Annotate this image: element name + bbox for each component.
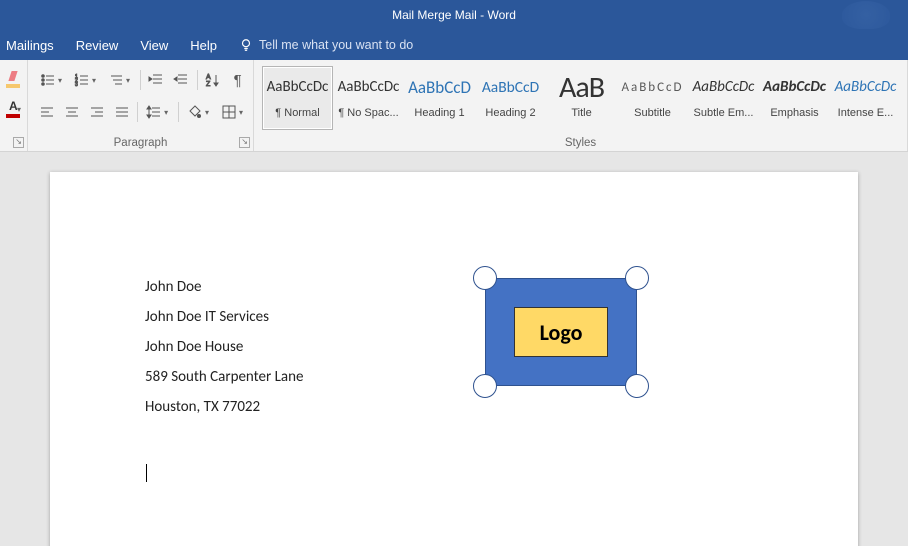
- style-preview: AaBbCcD: [482, 67, 539, 107]
- line-spacing-button[interactable]: ▾: [144, 101, 172, 123]
- tab-review[interactable]: Review: [76, 38, 119, 53]
- style-name-label: Subtle Em...: [689, 107, 758, 119]
- style-preview: AaB: [559, 67, 604, 107]
- title-bar: Mail Merge Mail - Word: [0, 0, 908, 30]
- chevron-down-icon: ▾: [205, 108, 213, 117]
- svg-text:3: 3: [75, 82, 78, 88]
- style-tile-emphasis[interactable]: AaBbCcDcEmphasis: [759, 66, 830, 130]
- align-left-button[interactable]: [38, 101, 57, 123]
- tell-me-search[interactable]: Tell me what you want to do: [239, 38, 413, 52]
- sort-button[interactable]: AZ: [203, 69, 222, 91]
- borders-button[interactable]: ▾: [219, 101, 247, 123]
- style-tile--normal[interactable]: AaBbCcDc¶ Normal: [262, 66, 333, 130]
- text-cursor: [146, 464, 147, 482]
- ribbon-tabs: Mailings Review View Help Tell me what y…: [0, 30, 908, 60]
- separator: [178, 102, 179, 122]
- chevron-down-icon: ▾: [58, 76, 66, 85]
- dialog-launcher-icon[interactable]: ↘: [239, 137, 250, 148]
- align-right-button[interactable]: [88, 101, 107, 123]
- tab-view[interactable]: View: [140, 38, 168, 53]
- svg-text:A: A: [206, 74, 211, 81]
- logo-text: Logo: [514, 307, 608, 357]
- text-highlight-color-icon[interactable]: [6, 70, 21, 88]
- style-tile-heading-1[interactable]: AaBbCcDHeading 1: [404, 66, 475, 130]
- increase-indent-button[interactable]: [172, 69, 191, 91]
- style-name-label: Intense E...: [831, 107, 900, 119]
- numbering-button[interactable]: 123 ▾: [72, 69, 100, 91]
- style-preview: AaBbCcDc: [693, 67, 755, 107]
- styles-group-label: Styles: [254, 137, 907, 149]
- style-tile-subtitle[interactable]: AaBbCcDSubtitle: [617, 66, 688, 130]
- style-preview: AaBbCcDc: [267, 67, 329, 107]
- dialog-launcher-icon[interactable]: ↘: [13, 137, 24, 148]
- document-workspace[interactable]: John Doe John Doe IT Services John Doe H…: [0, 152, 908, 546]
- chevron-down-icon: ▾: [126, 76, 134, 85]
- multilevel-list-button[interactable]: ▾: [106, 69, 134, 91]
- font-color-icon[interactable]: A: [6, 100, 15, 118]
- address-line[interactable]: John Doe: [145, 272, 445, 302]
- align-center-button[interactable]: [63, 101, 82, 123]
- separator: [197, 70, 198, 90]
- address-line[interactable]: John Doe IT Services: [145, 302, 445, 332]
- style-name-label: Title: [547, 107, 616, 119]
- style-name-label: ¶ No Spac...: [334, 107, 403, 119]
- document-page[interactable]: John Doe John Doe IT Services John Doe H…: [50, 172, 858, 546]
- style-name-label: ¶ Normal: [263, 107, 332, 119]
- style-name-label: Subtitle: [618, 107, 687, 119]
- style-name-label: Heading 2: [476, 107, 545, 119]
- style-name-label: Heading 1: [405, 107, 474, 119]
- style-tile--no-spac-[interactable]: AaBbCcDc¶ No Spac...: [333, 66, 404, 130]
- style-name-label: Emphasis: [760, 107, 829, 119]
- shading-button[interactable]: ▾: [185, 101, 213, 123]
- styles-group: AaBbCcDc¶ NormalAaBbCcDc¶ No Spac...AaBb…: [254, 60, 908, 151]
- account-avatar[interactable]: [842, 1, 890, 29]
- style-tile-title[interactable]: AaBTitle: [546, 66, 617, 130]
- style-tile-intense-e-[interactable]: AaBbCcDcIntense E...: [830, 66, 901, 130]
- styles-gallery[interactable]: AaBbCcDc¶ NormalAaBbCcDc¶ No Spac...AaBb…: [260, 64, 901, 132]
- tell-me-placeholder: Tell me what you want to do: [259, 38, 413, 52]
- lightbulb-icon: [239, 38, 253, 52]
- paragraph-group-label: Paragraph: [28, 137, 253, 149]
- style-tile-heading-2[interactable]: AaBbCcDHeading 2: [475, 66, 546, 130]
- justify-button[interactable]: [112, 101, 131, 123]
- address-line[interactable]: John Doe House: [145, 332, 445, 362]
- style-tile-subtle-em-[interactable]: AaBbCcDcSubtle Em...: [688, 66, 759, 130]
- paragraph-group: ▾ 123 ▾ ▾ AZ ¶: [28, 60, 254, 151]
- chevron-down-icon: ▾: [239, 108, 247, 117]
- window-title: Mail Merge Mail - Word: [392, 8, 516, 22]
- separator: [137, 102, 138, 122]
- bullets-button[interactable]: ▾: [38, 69, 66, 91]
- address-line[interactable]: 589 South Carpenter Lane: [145, 362, 445, 392]
- style-preview: AaBbCcD: [621, 67, 683, 107]
- logo-shape[interactable]: Logo: [485, 278, 637, 386]
- separator: [140, 70, 141, 90]
- style-preview: AaBbCcDc: [763, 67, 826, 107]
- style-preview: AaBbCcDc: [338, 67, 400, 107]
- address-line[interactable]: Houston, TX 77022: [145, 392, 445, 422]
- chevron-down-icon: ▾: [92, 76, 100, 85]
- style-preview: AaBbCcDc: [835, 67, 897, 107]
- address-block[interactable]: John Doe John Doe IT Services John Doe H…: [145, 272, 445, 422]
- ribbon: A ▾ ↘ ▾ 123 ▾ ▾: [0, 60, 908, 152]
- show-hide-paragraph-marks-button[interactable]: ¶: [228, 69, 247, 91]
- style-preview: AaBbCcD: [408, 67, 471, 107]
- font-group-fragment: A ▾ ↘: [0, 60, 28, 151]
- chevron-down-icon: ▾: [164, 108, 172, 117]
- decrease-indent-button[interactable]: [147, 69, 166, 91]
- tab-help[interactable]: Help: [190, 38, 217, 53]
- svg-text:Z: Z: [206, 81, 211, 88]
- tab-mailings[interactable]: Mailings: [6, 38, 54, 53]
